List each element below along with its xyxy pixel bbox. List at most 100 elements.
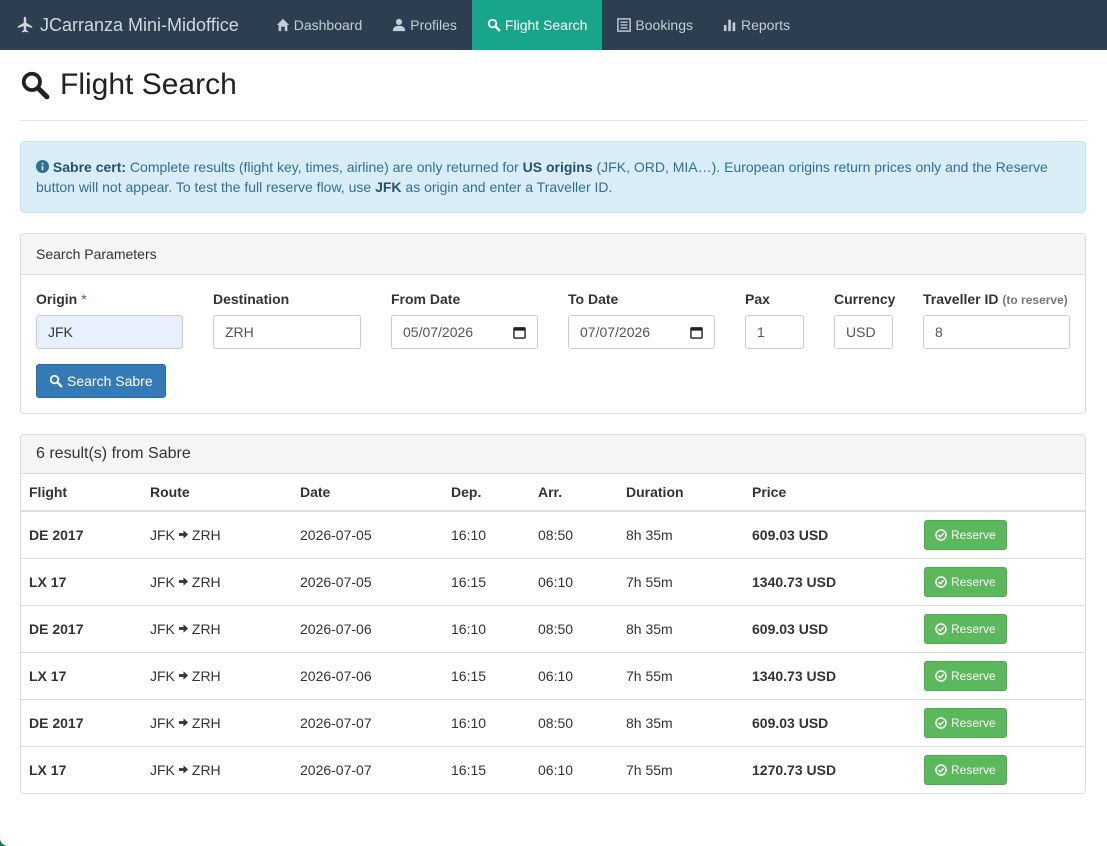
traveller-id-input[interactable]: 8 [923,315,1070,349]
from-date-label: From Date [391,291,461,307]
calendar-icon[interactable] [513,326,526,339]
results-count: 6 result(s) from Sabre [36,445,191,462]
action-cell: Reserve [916,698,1085,746]
column-header-date: Date [292,474,443,512]
nav-item-dashboard[interactable]: Dashboard [261,0,378,50]
route-destination: ZRH [191,526,221,543]
check-circle-icon [935,669,947,682]
search-icon [49,374,63,388]
origin-input[interactable]: JFK [36,315,183,349]
info-circle-icon [36,160,49,173]
route-cell: JFK ZRH [142,511,292,558]
search-sabre-button-label: Search Sabre [67,373,153,389]
arr-cell: 08:50 [530,604,618,652]
arr-cell: 06:10 [530,651,618,699]
flight-cell: LX 17 [21,745,142,793]
date-cell: 2026-07-05 [292,557,443,605]
required-mark: * [81,291,87,307]
route-cell: JFK ZRH [142,651,292,699]
date-cell: 2026-07-06 [292,651,443,699]
reserve-button[interactable]: Reserve [924,519,1007,550]
flight-cell: DE 2017 [21,698,142,746]
arrow-right-icon [178,623,189,634]
reserve-button-label: Reserve [951,762,996,777]
arrow-right-icon [178,764,189,775]
to-date-label: To Date [568,291,619,307]
reserve-button-label: Reserve [951,527,996,542]
destination-value: ZRH [225,324,254,340]
price-cell: 1270.73 USD [744,745,916,793]
traveller-label-text: Traveller ID [923,291,999,307]
to-date-input[interactable]: 07/07/2026 [568,315,715,349]
route-cell: JFK ZRH [142,745,292,793]
route-destination: ZRH [191,573,221,590]
pax-value: 1 [757,324,765,340]
table-row: LX 17 JFK ZRH 2026-07-06 16:15 06:10 7h 55m 134… [21,651,1085,699]
arrow-right-icon [178,717,189,728]
nav-item-profiles[interactable]: Profiles [377,0,472,50]
from-date-input[interactable]: 05/07/2026 [391,315,538,349]
currency-group: Currency USD [834,291,895,349]
nav-item-label: Flight Search [504,17,588,33]
origin-group: Origin * JFK [36,291,183,349]
arrow-right-icon [178,670,189,681]
currency-input[interactable]: USD [834,315,893,349]
reserve-button[interactable]: Reserve [924,566,1007,597]
alert-bold-2: JFK [375,179,402,195]
table-row: DE 2017 JFK ZRH 2026-07-06 16:10 08:50 8h 35m 6… [21,604,1085,652]
arr-cell: 08:50 [538,526,574,543]
page-title: Flight Search [20,50,1086,121]
reserve-button-label: Reserve [951,574,996,589]
search-icon [487,18,501,32]
action-cell: Reserve [916,604,1085,652]
search-form: Origin * JFK Destination ZRH From Date 0… [21,275,1085,413]
alert-text-3: as origin and enter a Traveller ID. [401,179,613,195]
nav-item-bookings[interactable]: Bookings [602,0,708,50]
destination-input[interactable]: ZRH [213,315,361,349]
reserve-button[interactable]: Reserve [924,754,1007,785]
traveller-hint: (to reserve) [1002,293,1068,307]
currency-value: USD [846,324,876,340]
bar-chart-icon [723,18,737,32]
duration-cell: 7h 55m [618,651,744,699]
nav-item-reports[interactable]: Reports [708,0,805,50]
flight-cell: DE 2017 [21,604,142,652]
action-cell: Reserve [916,651,1085,699]
price-cell: 609.03 USD [744,698,916,746]
origin-label: Origin * [36,291,183,308]
list-icon [617,18,632,32]
route-origin: JFK [150,526,175,543]
price-cell: 1340.73 USD [744,651,916,699]
brand-name: JCarranza Mini-Midoffice [40,14,239,35]
reserve-button-label: Reserve [951,668,996,683]
duration-cell: 8h 35m [618,604,744,652]
column-header-arr: Arr. [530,474,618,512]
route-origin: JFK [150,714,175,731]
column-header-flight: Flight [21,474,142,512]
destination-label: Destination [213,291,290,307]
reserve-button[interactable]: Reserve [924,707,1007,738]
route-origin: JFK [150,573,175,590]
duration-cell: 7h 55m [618,745,744,793]
nav-item-flight-search[interactable]: Flight Search [471,0,603,50]
arr-cell: 06:10 [530,745,618,793]
pax-input[interactable]: 1 [745,315,804,349]
column-header-route: Route [142,474,292,512]
calendar-icon[interactable] [690,326,703,339]
column-header-duration: Duration [618,474,744,512]
origin-value: JFK [48,324,73,340]
traveller-label: Traveller ID (to reserve) [923,291,1070,308]
reserve-button[interactable]: Reserve [924,613,1007,644]
nav-item-label: Dashboard [293,17,363,33]
search-sabre-button[interactable]: Search Sabre [36,364,166,398]
brand[interactable]: JCarranza Mini-Midoffice [0,0,253,50]
action-cell: Reserve [916,557,1085,605]
dep-cell: 16:15 [443,745,530,793]
check-circle-icon [935,764,947,776]
reserve-button[interactable]: Reserve [924,660,1007,691]
route-destination: ZRH [191,620,221,637]
route-origin: JFK [150,620,175,637]
check-circle-icon [935,575,947,588]
search-panel: Search Parameters Origin * JFK Destinati… [20,233,1086,414]
table-row: LX 17 JFK ZRH 2026-07-05 16:15 06:10 7h 55m 134… [21,557,1085,605]
